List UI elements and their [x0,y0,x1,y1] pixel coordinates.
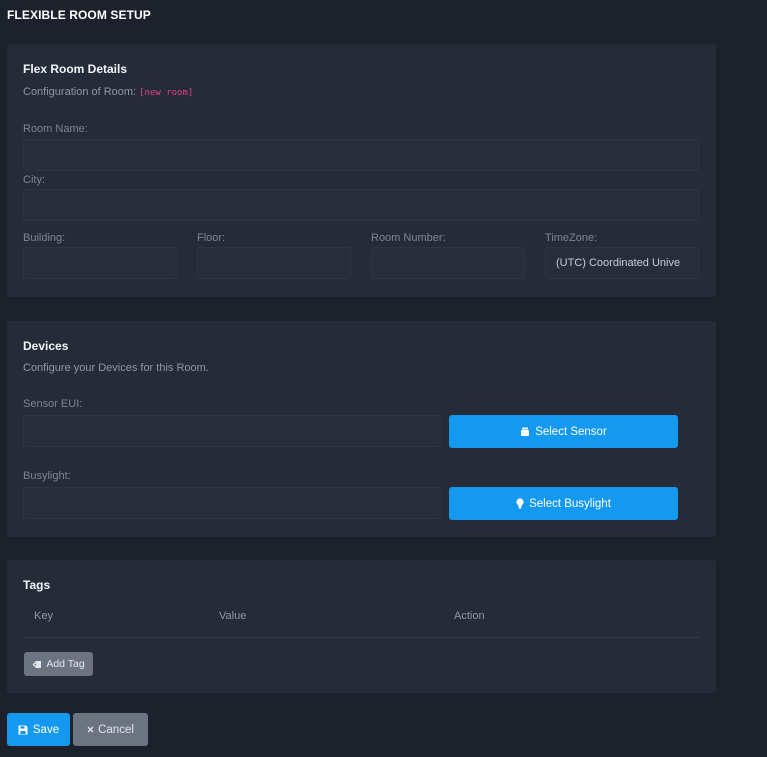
sensor-eui-input[interactable] [23,415,442,447]
tags-column-key: Key [34,610,53,622]
lightbulb-icon [516,498,524,509]
add-tag-button[interactable]: Add Tag [24,652,93,676]
select-sensor-label: Select Sensor [535,425,607,438]
room-id-tag: [new room] [139,88,194,98]
save-label: Save [32,723,60,736]
devices-title: Devices [23,339,69,353]
timezone-selected-value: (UTC) Coordinated Unive [556,257,681,269]
busylight-input[interactable] [23,487,442,519]
tags-table-divider [23,637,699,638]
floor-input[interactable] [197,247,351,279]
timezone-label: TimeZone: [545,232,598,244]
close-icon [87,726,94,733]
select-sensor-button[interactable]: Select Sensor [449,415,678,448]
flex-room-details-card: Flex Room Details Configuration of Room:… [7,44,716,297]
page: FLEXIBLE ROOM SETUP Flex Room Details Co… [0,0,767,757]
room-number-label: Room Number: [371,232,446,244]
select-busylight-label: Select Busylight [529,497,611,510]
tag-icon [32,660,42,669]
tags-card: Tags Key Value Action Add Tag [7,560,716,693]
select-busylight-button[interactable]: Select Busylight [449,487,678,520]
city-input[interactable] [23,189,699,221]
details-title: Flex Room Details [23,62,128,76]
devices-subtitle: Configure your Devices for this Room. [23,362,209,374]
sensor-eui-label: Sensor EUI: [23,398,83,410]
timezone-select[interactable]: (UTC) Coordinated Unive [545,247,699,279]
cancel-button[interactable]: Cancel [73,713,148,746]
room-number-input[interactable] [371,247,525,279]
city-label: City: [23,174,45,186]
tags-column-action: Action [454,610,485,622]
building-input[interactable] [23,247,178,279]
sensor-icon [520,427,530,436]
building-label: Building: [23,232,66,244]
busylight-label: Busylight: [23,470,71,482]
save-button[interactable]: Save [7,713,70,746]
details-subtitle: Configuration of Room: [new room] [23,86,193,98]
tags-column-value: Value [219,610,247,622]
devices-card: Devices Configure your Devices for this … [7,321,716,537]
tags-title: Tags [23,578,51,592]
floppy-disk-icon [18,725,28,735]
details-subtitle-text: Configuration of Room: [23,86,137,98]
room-name-input[interactable] [23,139,699,171]
room-name-label: Room Name: [23,123,88,135]
cancel-label: Cancel [98,723,134,736]
add-tag-label: Add Tag [46,658,85,670]
floor-label: Floor: [197,232,226,244]
page-title: FLEXIBLE ROOM SETUP [7,8,151,22]
